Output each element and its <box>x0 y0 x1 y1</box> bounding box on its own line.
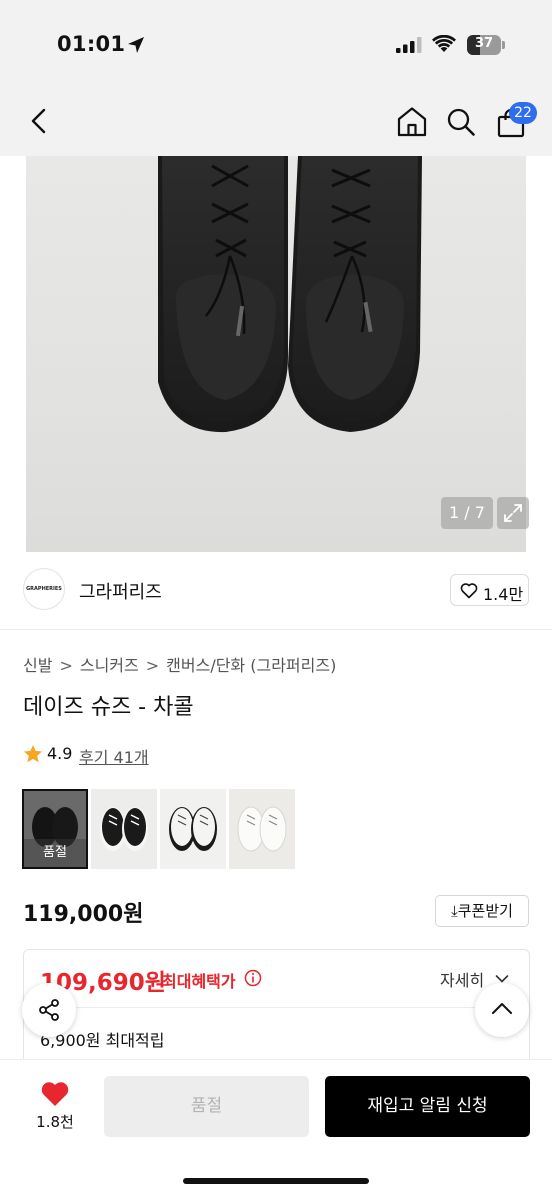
cart-count-badge: 22 <box>509 102 537 124</box>
color-option-white[interactable] <box>229 789 295 869</box>
soldout-overlay: 품절 <box>24 839 86 867</box>
restock-alert-button[interactable]: 재입고 알림 신청 <box>325 1076 530 1137</box>
color-option-white-black-sole[interactable] <box>160 789 226 869</box>
hero-right-margin <box>526 156 552 552</box>
review-link[interactable]: 후기 41개 <box>79 744 149 768</box>
back-chevron-icon[interactable] <box>27 107 51 135</box>
brand-name[interactable]: 그라퍼리즈 <box>79 578 162 604</box>
breadcrumb-item[interactable]: 스니커즈 <box>80 656 139 675</box>
wifi-icon <box>432 35 456 52</box>
home-indicator <box>183 1178 369 1184</box>
brand-like-button[interactable]: 1.4만 <box>450 574 529 606</box>
detail-link[interactable]: 자세히 <box>440 967 484 991</box>
product-title: 데이즈 슈즈 - 차콜 <box>23 695 194 720</box>
battery-percent: 37 <box>474 36 494 51</box>
color-option-black-white-sole[interactable] <box>91 789 157 869</box>
color-option-charcoal[interactable]: 품절 <box>22 789 88 869</box>
rating-value: 4.9 <box>47 744 73 763</box>
shoe-photo <box>158 156 422 433</box>
cellular-signal-icon <box>396 37 422 53</box>
wish-count: 1.8천 <box>36 1113 74 1131</box>
breadcrumb-item[interactable]: 신발 <box>23 656 52 675</box>
product-hero-image[interactable] <box>26 156 526 552</box>
battery-icon: 37 <box>467 35 505 55</box>
heart-filled-icon <box>41 1082 69 1106</box>
download-icon: ⤓ <box>451 902 458 920</box>
thumb-image <box>229 789 295 869</box>
chevron-right-icon: > <box>145 656 160 675</box>
location-arrow-icon <box>128 37 144 53</box>
divider <box>40 1007 513 1008</box>
coupon-button[interactable]: ⤓쿠폰받기 <box>435 895 529 927</box>
breadcrumb: 신발 > 스니커즈 > 캔버스/단화 (그라퍼리즈) <box>23 652 336 676</box>
heart-outline-icon <box>460 583 478 599</box>
search-icon[interactable] <box>446 107 476 137</box>
breadcrumb-item[interactable]: 캔버스/단화 (그라퍼리즈) <box>166 656 336 675</box>
scroll-top-button[interactable] <box>475 983 529 1037</box>
coupon-label: 쿠폰받기 <box>457 902 513 920</box>
home-icon[interactable] <box>396 106 428 137</box>
star-icon <box>24 745 42 763</box>
product-price: 119,000원 <box>23 902 144 927</box>
share-icon <box>39 999 59 1021</box>
chevron-up-icon <box>492 1003 512 1014</box>
wish-button[interactable]: 1.8천 <box>29 1078 81 1138</box>
soldout-button[interactable]: 품절 <box>104 1076 309 1137</box>
status-time: 01:01 <box>57 32 126 56</box>
expand-button[interactable] <box>497 497 529 529</box>
status-bar: 01:01 37 <box>0 0 552 92</box>
chevron-right-icon: > <box>59 656 73 675</box>
share-button[interactable] <box>22 983 76 1037</box>
expand-icon <box>504 504 522 522</box>
brand-like-count: 1.4만 <box>483 585 524 604</box>
image-counter: 1 / 7 <box>441 497 493 529</box>
thumb-image <box>91 789 157 869</box>
max-benefit-label: 최대혜택가 <box>162 972 236 991</box>
thumb-image <box>160 789 226 869</box>
brand-logo[interactable]: GRAPHERIES <box>23 568 65 610</box>
info-icon[interactable] <box>244 969 262 987</box>
hero-left-margin <box>0 156 26 552</box>
